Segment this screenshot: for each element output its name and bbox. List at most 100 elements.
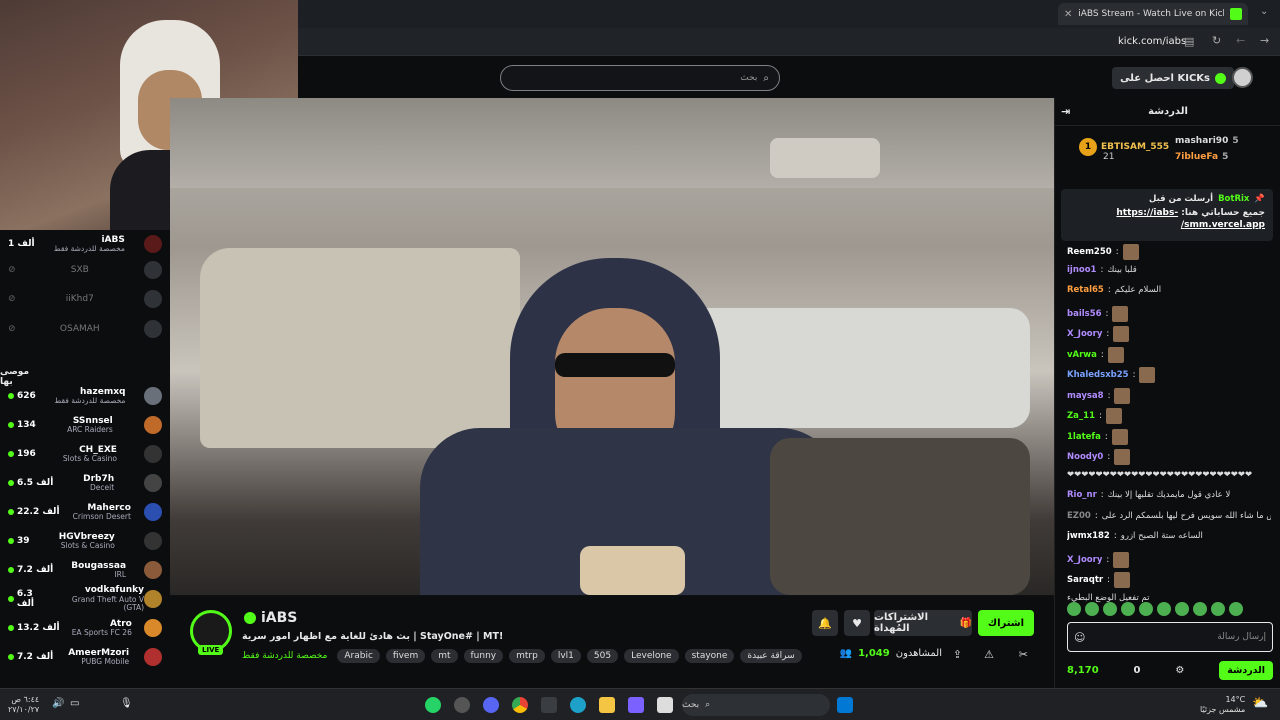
subscribe-button[interactable]: اشتراك (978, 610, 1034, 636)
tag[interactable]: Levelone (624, 649, 679, 663)
volume-icon[interactable]: 🔊 (52, 698, 64, 709)
tag[interactable]: lvl1 (550, 649, 581, 663)
whatsapp-icon[interactable] (425, 697, 441, 713)
taskbar-search[interactable]: ⌕ بحث (682, 694, 830, 716)
get-kicks-button[interactable]: احصل على KICKs (1112, 67, 1234, 89)
chat-username[interactable]: vArwa (1067, 350, 1097, 360)
emote[interactable] (1157, 602, 1171, 616)
emote[interactable] (1139, 602, 1153, 616)
emote[interactable] (1121, 602, 1135, 616)
chat-username[interactable]: Retal65 (1067, 285, 1104, 295)
chat-username[interactable]: Noody0 (1067, 452, 1103, 462)
chat-message[interactable]: Reem250: (1067, 244, 1271, 260)
chat-username[interactable]: jwmx182 (1067, 531, 1110, 541)
channel-title[interactable]: iABS (244, 610, 297, 626)
collapse-chat-icon[interactable]: ⇥ (1061, 105, 1070, 118)
chat-message[interactable]: X_Joory: (1067, 551, 1271, 568)
store-icon[interactable] (541, 697, 557, 713)
sidebar-item-iikhd7[interactable]: iiKhd7 ⊘ (8, 285, 162, 313)
tag[interactable]: mt (431, 649, 458, 663)
clip-icon[interactable]: ✂ (1019, 648, 1028, 661)
sidebar-item-iabs[interactable]: iABS مخصصة للدردشة فقط 1 ألف (8, 230, 162, 258)
chat-username[interactable]: Saraqtr (1067, 575, 1103, 585)
reader-view-icon[interactable]: ▤ (1184, 35, 1194, 48)
leader-1[interactable]: 1 EBTISAM_555 (1079, 138, 1169, 156)
reload-icon[interactable]: ↻ (1212, 34, 1221, 47)
back-icon[interactable]: ← (1236, 34, 1245, 47)
tag[interactable]: سراقة عبيدة (740, 649, 802, 663)
url-text[interactable]: kick.com/iabs (1118, 36, 1186, 47)
sidebar-item-osamah[interactable]: OSAMAH ⊘ (8, 315, 162, 343)
gift-subs-button[interactable]: الاشتراكات المُهداة 🎁 (874, 610, 972, 636)
chat-username[interactable]: X_Joory (1067, 555, 1102, 565)
profile-avatar[interactable] (1232, 67, 1253, 88)
leader-2[interactable]: mashari90 5 (1175, 136, 1239, 146)
emote[interactable] (1211, 602, 1225, 616)
leader-3[interactable]: 7iblueFa 5 (1175, 152, 1228, 162)
sidebar-item-sxb[interactable]: SXB ⊘ (8, 256, 162, 284)
chat-username[interactable]: Khaledsxb25 (1067, 370, 1129, 380)
pinned-message[interactable]: 📌 BotRix أرسلت من قبل جميع حساباتي هنا: … (1061, 189, 1273, 241)
windows-start-icon[interactable] (837, 697, 853, 713)
chat-username[interactable]: ijnoo1 (1067, 265, 1096, 275)
chat-username[interactable]: Reem250 (1067, 247, 1112, 257)
tag[interactable]: Arabic (337, 649, 380, 663)
tag[interactable]: 505 (586, 649, 619, 663)
notifications-button[interactable]: 🔔 (812, 610, 838, 636)
settings-icon[interactable]: ⚙ (1175, 665, 1184, 676)
chat-message[interactable]: ❤❤❤❤❤❤❤❤❤❤❤❤❤❤❤❤❤❤❤❤❤❤❤❤❤❤ (1067, 470, 1271, 480)
chat-username[interactable]: EZ00 (1067, 511, 1091, 521)
sidebar-item-recommended[interactable]: SSnnsel ARC Raiders 134 (8, 411, 162, 439)
app-icon[interactable] (657, 697, 673, 713)
sidebar-item-recommended[interactable]: hazemxq مخصصة للدردشة فقط 626 (8, 382, 162, 410)
chat-message[interactable]: maysa8: (1067, 387, 1271, 404)
sidebar-item-recommended[interactable]: Bougassaa IRL 7.2 ألف (8, 556, 162, 584)
tag[interactable]: fivem (385, 649, 426, 663)
chrome-icon[interactable] (512, 697, 528, 713)
chat-username[interactable]: X_Joory (1067, 329, 1102, 339)
emote[interactable] (1085, 602, 1099, 616)
share-icon[interactable]: ⇪ (953, 648, 962, 661)
emote[interactable] (1067, 602, 1081, 616)
sidebar-item-recommended[interactable]: Maherco Crimson Desert 22.2 ألف (8, 498, 162, 526)
video-player[interactable] (170, 98, 1054, 595)
tab-menu-chevron-icon[interactable]: ⌄ (1260, 6, 1268, 17)
follow-button[interactable]: ♥ (844, 610, 870, 636)
emote[interactable] (1103, 602, 1117, 616)
microphone-icon[interactable]: 🎙 (120, 698, 133, 709)
app-icon[interactable] (454, 697, 470, 713)
chat-input[interactable]: إرسال رسالة ☺ (1067, 622, 1273, 652)
chat-username[interactable]: 1latefa (1067, 432, 1101, 442)
app-icon[interactable] (628, 697, 644, 713)
chat-message[interactable]: jwmx182: الساعه ستة الصبح ازرو (1067, 531, 1271, 541)
emote[interactable] (1193, 602, 1207, 616)
forward-icon[interactable]: → (1260, 34, 1269, 47)
emoji-icon[interactable]: ☺ (1074, 631, 1085, 644)
tag[interactable]: stayone (684, 649, 735, 663)
search-input[interactable]: ⌕ بحث (500, 65, 780, 91)
chat-username[interactable]: bails56 (1067, 309, 1102, 319)
report-icon[interactable]: ⚠ (984, 648, 994, 661)
sidebar-item-recommended[interactable]: CH_EXE Slots & Casino 196 (8, 440, 162, 468)
emote[interactable] (1229, 602, 1243, 616)
send-chat-button[interactable]: الدردشة (1219, 660, 1273, 680)
chat-username[interactable]: maysa8 (1067, 391, 1104, 401)
chat-message[interactable]: vArwa: (1067, 346, 1271, 363)
sidebar-item-recommended[interactable]: vodkafunky Grand Theft Auto V (GTA) 6.3 أل… (8, 585, 162, 613)
edge-icon[interactable] (570, 697, 586, 713)
chat-message[interactable]: Za_11: (1067, 408, 1271, 424)
sidebar-item-recommended[interactable]: Atro EA Sports FC 26 13.2 ألف (8, 614, 162, 642)
chat-message[interactable]: bails56: (1067, 305, 1271, 322)
chat-message[interactable]: Khaledsxb25: (1067, 367, 1271, 383)
weather-widget[interactable]: 14°C مشمس جزئيًا (1200, 695, 1245, 714)
chat-message[interactable]: Rio_nr: لا عادي قول مايمديك تقلبها إلا بي… (1067, 490, 1271, 500)
chat-username[interactable]: Rio_nr (1067, 490, 1097, 500)
tag[interactable]: mtrp (509, 649, 545, 663)
category-link[interactable]: مخصصة للدردشة فقط (242, 651, 327, 661)
chat-message[interactable]: ijnoo1: قلبا بينك (1067, 265, 1271, 275)
browser-tab[interactable]: iABS Stream - Watch Live on Kick ✕ (1058, 3, 1248, 25)
sidebar-item-recommended[interactable]: AmeerMzori PUBG Mobile 7.2 ألف (8, 643, 162, 671)
sidebar-item-recommended[interactable]: HGVbreezy Slots & Casino 39 (8, 527, 162, 555)
clock[interactable]: ٦:٤٤ ص ٢٧/١٠/٢٧ (8, 695, 39, 714)
chat-username[interactable]: Za_11 (1067, 411, 1095, 421)
